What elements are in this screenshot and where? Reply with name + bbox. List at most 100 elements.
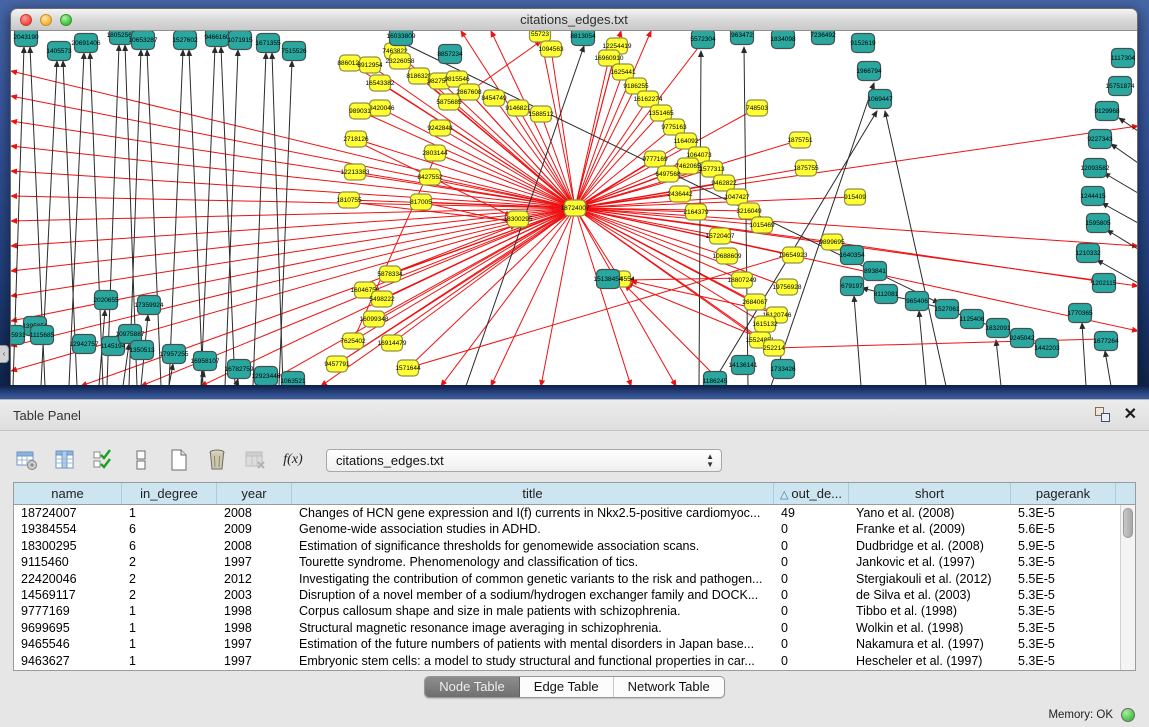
table-cell[interactable]: 6	[122, 538, 217, 554]
graph-node[interactable]: 1350513	[129, 341, 155, 360]
column-header-year[interactable]: year	[217, 483, 292, 504]
table-cell[interactable]: 49	[774, 505, 849, 521]
graph-node[interactable]: 1186245	[703, 372, 728, 386]
table-cell[interactable]: 5.3E-5	[1011, 505, 1116, 521]
graph-node-selected[interactable]: 55723	[530, 31, 551, 42]
table-cell[interactable]: Jankovic et al. (1997)	[849, 554, 1011, 570]
graph-edge[interactable]	[575, 208, 620, 279]
table-cell[interactable]: 5.3E-5	[1011, 554, 1116, 570]
graph-node-selected[interactable]: 8454749	[481, 90, 507, 106]
graph-node-selected[interactable]: 2684067	[742, 294, 768, 310]
table-cell[interactable]: Structural magnetic resonance image aver…	[292, 620, 774, 636]
graph-edge[interactable]	[1104, 173, 1138, 193]
graph-node[interactable]: 15751874	[1106, 77, 1135, 96]
table-cell[interactable]: 5.5E-5	[1011, 571, 1116, 587]
select-all-icon[interactable]	[90, 447, 116, 473]
graph-node-selected[interactable]: 2718126	[343, 131, 369, 147]
graph-node[interactable]: 9129968	[1094, 102, 1120, 121]
table-scrollbar-thumb[interactable]	[1123, 508, 1133, 538]
table-cell[interactable]: 0	[774, 521, 849, 537]
graph-node-selected[interactable]: 1571644	[395, 360, 421, 376]
west-panel-grip[interactable]: ‹	[0, 345, 9, 363]
graph-node[interactable]: 1210332	[1075, 244, 1101, 263]
graph-node-selected[interactable]: 9146821	[505, 100, 531, 116]
table-cell[interactable]: 1997	[217, 554, 292, 570]
table-cell[interactable]: 2008	[217, 538, 292, 554]
column-header-in-degree[interactable]: in_degree	[122, 483, 217, 504]
graph-edge[interactable]	[279, 61, 292, 385]
graph-node[interactable]: 679197	[841, 277, 864, 296]
graph-node[interactable]: 1071915	[227, 31, 253, 50]
graph-node-selected[interactable]: 19756928	[773, 279, 802, 295]
delete-table-icon[interactable]	[242, 447, 268, 473]
table-cell[interactable]: 2009	[217, 521, 292, 537]
graph-node[interactable]: 7515526	[281, 42, 307, 61]
graph-node[interactable]: 1595805	[1085, 214, 1111, 233]
graph-node-selected[interactable]: 19654923	[779, 247, 808, 263]
graph-node-selected[interactable]: 6497568	[655, 166, 681, 182]
graph-node[interactable]: 1527061	[934, 300, 960, 319]
table-cell[interactable]: Corpus callosum shape and size in male p…	[292, 603, 774, 619]
graph-node[interactable]: 8112081	[874, 285, 899, 304]
graph-node-selected[interactable]: 1015469	[749, 217, 775, 233]
graph-node[interactable]: 2020655	[93, 291, 119, 310]
graph-node-selected[interactable]: 252214	[763, 340, 785, 356]
table-cell[interactable]: 5.3E-5	[1011, 587, 1116, 603]
graph-edge[interactable]	[356, 139, 575, 208]
graph-node-selected[interactable]: 915409	[844, 189, 866, 205]
graph-node-selected[interactable]: 989031	[349, 103, 371, 119]
table-cell[interactable]: 1997	[217, 653, 292, 669]
table-cell[interactable]: 0	[774, 636, 849, 652]
graph-edge[interactable]	[374, 208, 575, 319]
graph-edge[interactable]	[11, 208, 575, 221]
table-cell[interactable]: 5.6E-5	[1011, 521, 1116, 537]
table-cell[interactable]: 5.3E-5	[1011, 636, 1116, 652]
graph-edge[interactable]	[11, 208, 575, 346]
graph-edge[interactable]	[225, 50, 238, 385]
table-cell[interactable]: 0	[774, 653, 849, 669]
table-cell[interactable]: 0	[774, 603, 849, 619]
table-cell[interactable]: 14569117	[14, 587, 122, 603]
graph-node[interactable]: 1125406	[960, 310, 985, 329]
graph-edge[interactable]	[551, 49, 575, 208]
table-row[interactable]: 946554611997Estimation of the future num…	[14, 636, 1135, 652]
column-header-pagerank[interactable]: pagerank	[1011, 483, 1116, 504]
table-row[interactable]: 2242004622012Investigating the contribut…	[14, 571, 1135, 587]
graph-node[interactable]: 965406	[906, 292, 929, 311]
graph-node-selected[interactable]: 18807249	[728, 272, 757, 288]
graph-edge[interactable]	[854, 296, 861, 385]
table-cell[interactable]: 0	[774, 538, 849, 554]
graph-node-selected[interactable]: 8427552	[417, 169, 443, 185]
table-cell[interactable]: Hescheler et al. (1997)	[849, 653, 1011, 669]
table-row[interactable]: 1938455462009Genome-wide association stu…	[14, 521, 1135, 537]
graph-node-selected[interactable]: 15720407	[706, 228, 735, 244]
table-cell[interactable]: Changes of HCN gene expression and I(f) …	[292, 505, 774, 521]
graph-node[interactable]: 893841	[864, 262, 887, 281]
graph-node[interactable]: 14136141	[729, 356, 758, 375]
graph-node-selected[interactable]: 2867608	[456, 84, 482, 100]
column-header-title[interactable]: title	[292, 483, 774, 504]
graph-node[interactable]: 1671355	[255, 34, 281, 53]
graph-edge[interactable]	[189, 50, 203, 385]
table-cell[interactable]: 1	[122, 653, 217, 669]
graph-node-selected[interactable]: 9777169	[642, 151, 668, 167]
table-cell[interactable]: 18724007	[14, 505, 122, 521]
table-row[interactable]: 1830029562008Estimation of significance …	[14, 538, 1135, 554]
table-row[interactable]: 911546021997Tourette syndrome. Phenomeno…	[14, 554, 1135, 570]
graph-node[interactable]: 1966794	[856, 62, 882, 81]
table-cell[interactable]: Stergiakouli et al. (2012)	[849, 571, 1011, 587]
table-cell[interactable]: Genome-wide association studies in ADHD.	[292, 521, 774, 537]
window-titlebar[interactable]: citations_edges.txt	[11, 9, 1137, 31]
graph-edge[interactable]	[1082, 323, 1086, 385]
graph-node-selected[interactable]: 1615132	[752, 316, 778, 332]
graph-edge[interactable]	[575, 208, 1138, 246]
graph-edge[interactable]	[491, 208, 575, 385]
graph-edge[interactable]	[575, 72, 623, 208]
graph-node[interactable]: 1527602	[172, 31, 198, 50]
graph-node-selected[interactable]: 12213383	[341, 164, 370, 180]
network-table-selector[interactable]: citations_edges.txt ▲▼	[326, 449, 722, 472]
graph-node-selected[interactable]: 2164379	[683, 204, 709, 220]
show-columns-icon[interactable]	[52, 447, 78, 473]
graph-node-selected[interactable]: 2803144	[422, 145, 448, 161]
graph-node-selected[interactable]: 817005	[410, 194, 432, 210]
